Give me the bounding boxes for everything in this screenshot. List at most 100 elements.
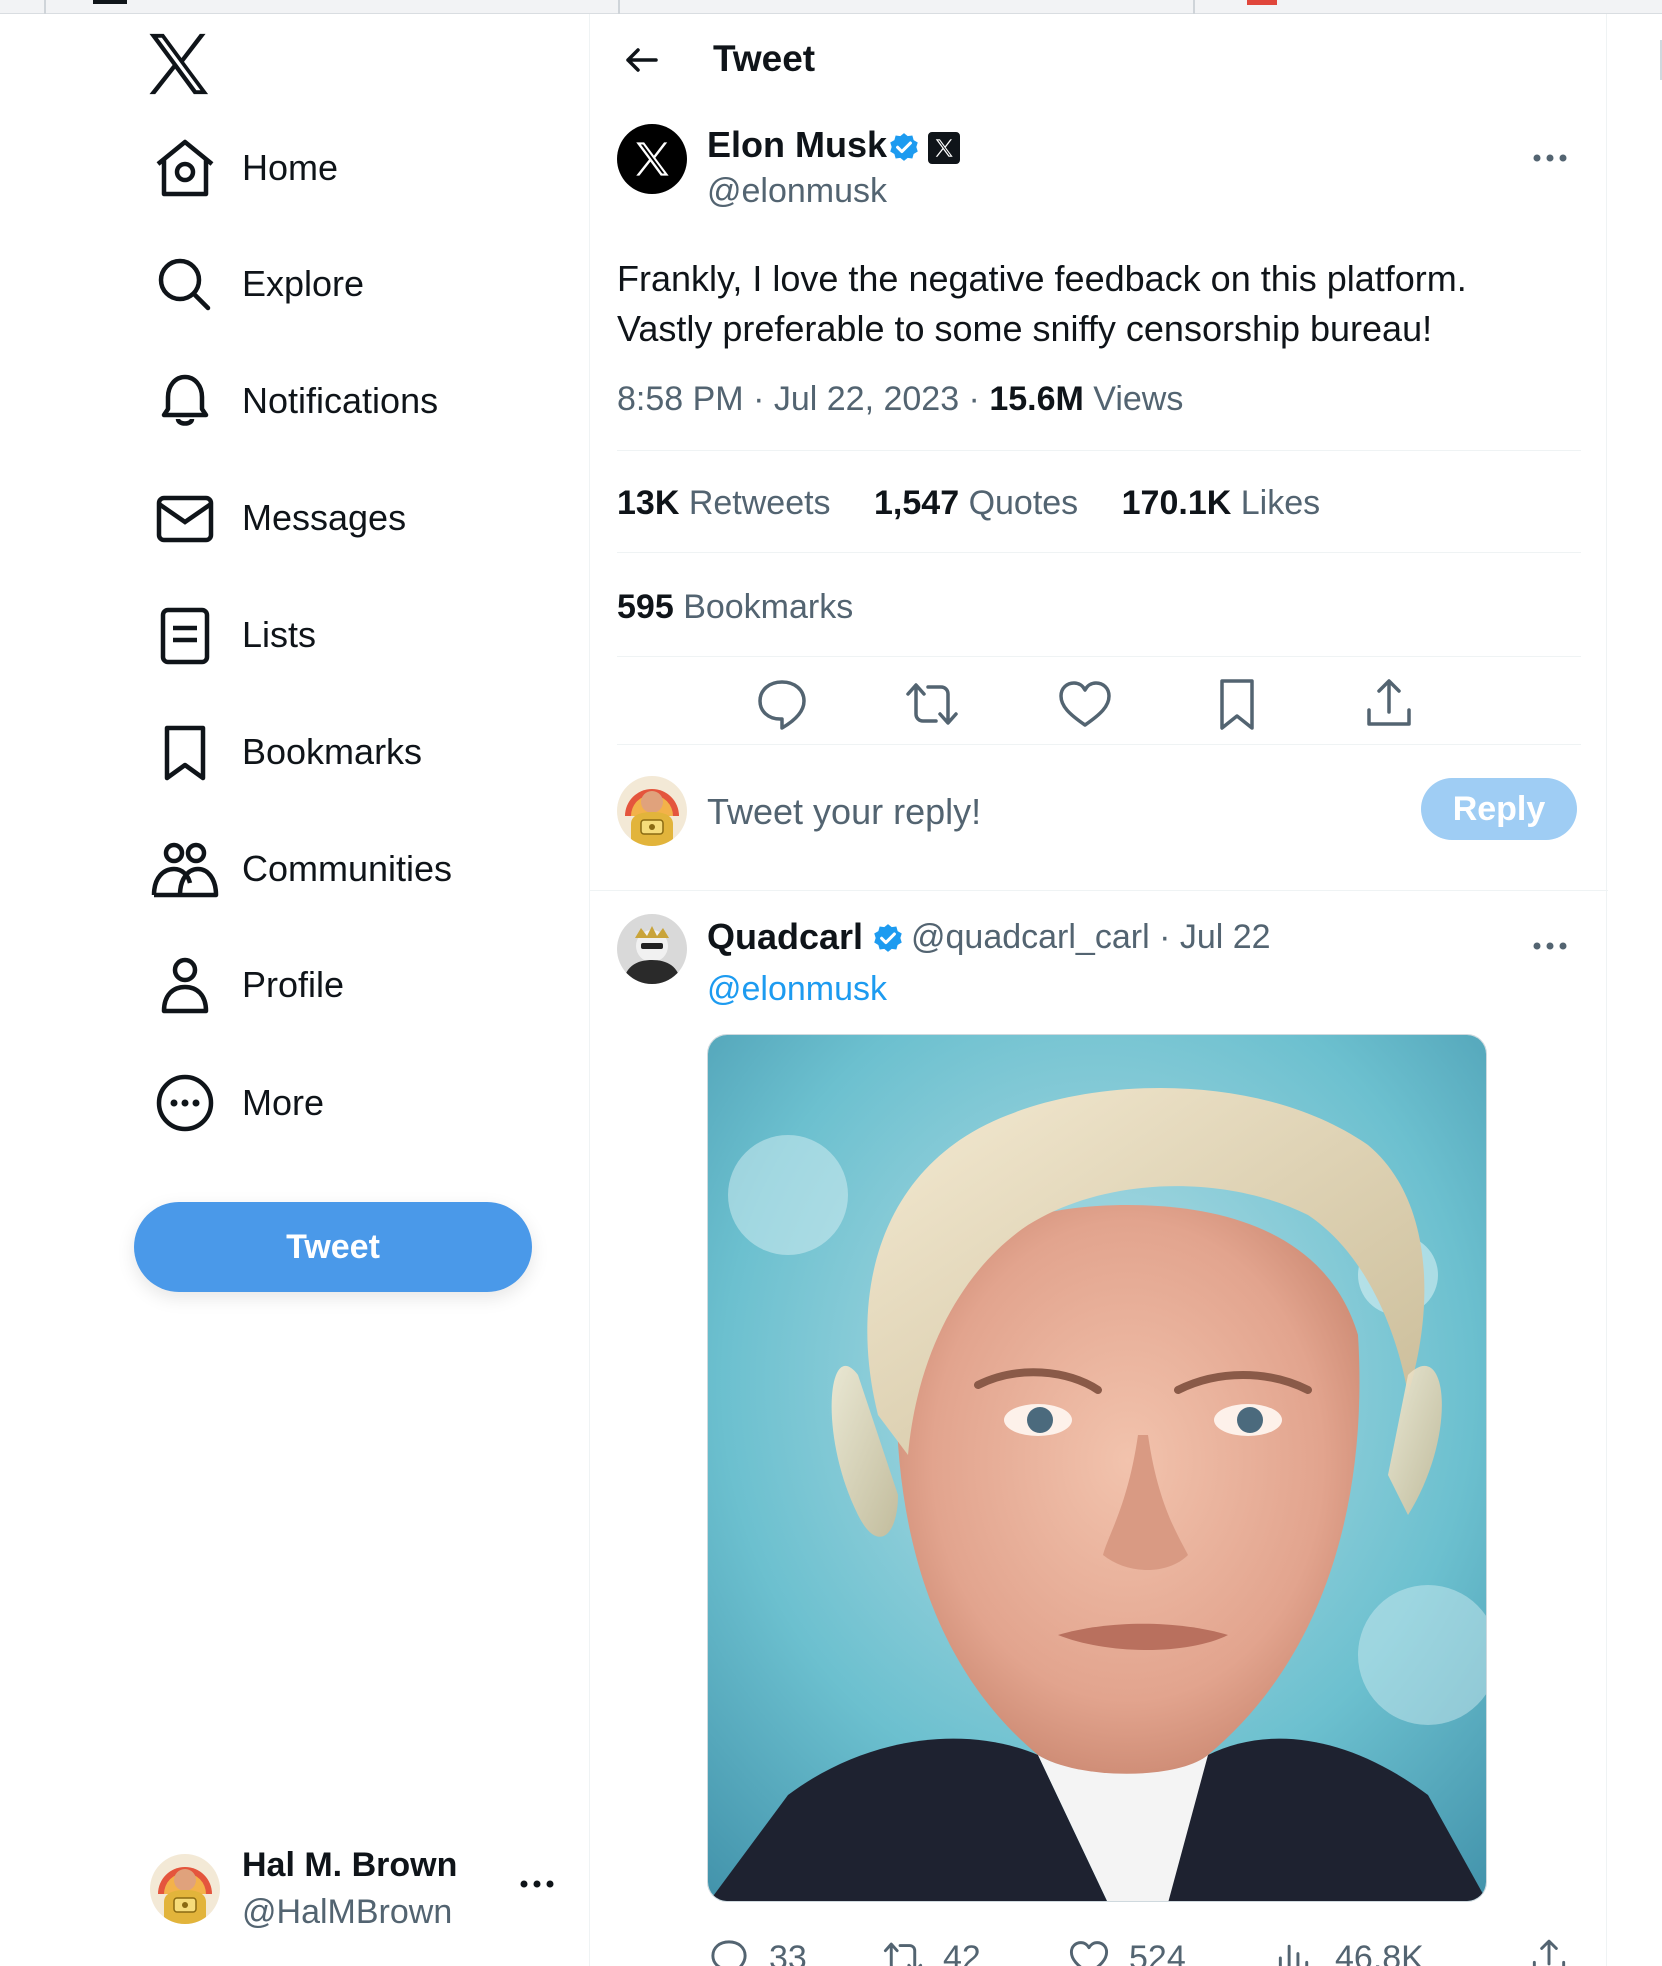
bookmark-icon <box>150 720 220 784</box>
retweet-icon <box>883 1942 923 1966</box>
tweet-meta: 8:58 PM · Jul 22, 2023 · 15.6M Views <box>617 380 1184 418</box>
strip-mark <box>93 0 127 4</box>
nav-notifications[interactable]: Notifications <box>150 369 438 433</box>
views-label: Views <box>1093 380 1184 418</box>
divider <box>617 552 1581 553</box>
ellipsis-icon[interactable] <box>512 1864 562 1904</box>
bookmarks-label: Bookmarks <box>683 588 854 626</box>
page-title: Tweet <box>713 38 816 79</box>
engagement-stats: 13K Retweets 1,547 Quotes 170.1K Likes <box>617 484 1354 523</box>
nav-messages[interactable]: Messages <box>150 486 406 550</box>
tweet-text-line: Vastly preferable to some sniffy censors… <box>617 308 1433 349</box>
retweets-label: Retweets <box>688 484 831 522</box>
nav-label: Messages <box>242 497 407 538</box>
author-name[interactable]: Elon Musk <box>707 124 887 166</box>
nav-label: Communities <box>242 848 453 889</box>
search-icon <box>150 252 220 316</box>
reply-composer-avatar <box>617 776 687 846</box>
share-icon <box>1532 1939 1566 1966</box>
author-avatar[interactable] <box>617 124 687 194</box>
x-logo-icon <box>636 142 669 176</box>
tweet-detail-column: Tweet Elon Musk @elonmusk Frankly, I lov… <box>589 14 1608 1966</box>
reply-count: 33 <box>769 1938 807 1966</box>
nav-more[interactable]: More <box>150 1071 324 1135</box>
share-action[interactable] <box>1527 1936 1589 1966</box>
account-handle: @HalMBrown <box>242 1893 453 1931</box>
strip-divider <box>1193 0 1195 14</box>
nav-explore[interactable]: Explore <box>150 252 364 316</box>
divider <box>617 656 1581 657</box>
share-icon[interactable] <box>1359 674 1419 734</box>
nav-bookmarks[interactable]: Bookmarks <box>150 720 422 784</box>
affiliation-x-badge-icon <box>928 132 960 164</box>
quotes-count: 1,547 <box>874 484 960 522</box>
like-count: 524 <box>1129 1938 1186 1966</box>
more-circle-icon <box>150 1071 220 1135</box>
reply-count-action[interactable]: 33 <box>707 1936 807 1966</box>
views-count: 15.6M <box>989 380 1084 418</box>
tweet-time[interactable]: 8:58 PM <box>617 380 744 418</box>
retweet-icon[interactable] <box>902 674 962 734</box>
page-header: Tweet <box>590 14 1608 106</box>
more-options-icon[interactable] <box>1525 138 1575 178</box>
sidebar: Home Explore Notifications Messages List… <box>0 14 589 1966</box>
nav-label: Notifications <box>242 380 439 421</box>
likes-count: 170.1K <box>1121 484 1232 522</box>
tweet-compose-button[interactable]: Tweet <box>134 1202 532 1292</box>
nav-label: Profile <box>242 964 345 1005</box>
nav-label: Bookmarks <box>242 731 423 772</box>
retweet-count-action[interactable]: 42 <box>881 1936 981 1966</box>
like-count-action[interactable]: 524 <box>1067 1936 1186 1966</box>
quotes-label: Quotes <box>968 484 1079 522</box>
strip-tab-favicon <box>1247 0 1277 5</box>
nav-home[interactable]: Home <box>150 136 338 200</box>
divider <box>617 744 1581 745</box>
tweet-text-line: Frankly, I love the negative feedback on… <box>617 258 1467 299</box>
bookmark-icon[interactable] <box>1207 674 1267 734</box>
communities-icon <box>150 837 220 901</box>
reply-button[interactable]: Reply <box>1421 778 1577 840</box>
reply-author-handle-date[interactable]: @quadcarl_carl · Jul 22 <box>911 918 1271 957</box>
author-handle[interactable]: @elonmusk <box>707 172 887 211</box>
back-arrow-icon[interactable] <box>620 38 664 82</box>
nav-label: Explore <box>242 263 365 304</box>
nav-lists[interactable]: Lists <box>150 603 316 667</box>
more-options-icon[interactable] <box>1525 926 1575 966</box>
views-count-action[interactable]: 46.8K <box>1273 1936 1424 1966</box>
nav-profile[interactable]: Profile <box>150 953 344 1017</box>
like-heart-icon[interactable] <box>1055 674 1115 734</box>
retweets-count: 13K <box>617 484 680 522</box>
reply-media-image[interactable] <box>707 1034 1487 1902</box>
browser-top-strip <box>0 0 1662 14</box>
retweet-count: 42 <box>943 1938 981 1966</box>
reply-icon[interactable] <box>752 674 812 734</box>
person-icon <box>150 953 220 1017</box>
bell-icon <box>150 369 220 433</box>
divider <box>617 450 1581 451</box>
reply-author-avatar[interactable] <box>617 914 687 984</box>
retweets-stat[interactable]: 13K Retweets <box>617 484 831 522</box>
x-logo-icon[interactable] <box>140 26 216 102</box>
strip-divider <box>44 0 46 14</box>
likes-stat[interactable]: 170.1K Likes <box>1122 484 1320 522</box>
bookmarks-count: 595 <box>617 588 674 626</box>
reply-author-name[interactable]: Quadcarl <box>707 916 863 958</box>
analytics-bars-icon <box>1278 1944 1309 1966</box>
nav-label: Home <box>242 147 339 188</box>
reply-input[interactable] <box>707 784 1327 840</box>
account-names: Hal M. Brown @HalMBrown <box>242 1846 457 1932</box>
nav-label: Lists <box>242 614 317 655</box>
account-switcher[interactable]: Hal M. Brown @HalMBrown <box>150 1834 560 1944</box>
views-count: 46.8K <box>1335 1938 1424 1966</box>
list-icon <box>150 603 220 667</box>
tweet-date[interactable]: Jul 22, 2023 <box>774 380 959 418</box>
like-heart-icon <box>1069 1941 1109 1966</box>
account-name: Hal M. Brown <box>242 1846 458 1884</box>
quotes-stat[interactable]: 1,547 Quotes <box>874 484 1078 522</box>
reply-mention[interactable]: @elonmusk <box>707 970 887 1009</box>
bookmarks-stat[interactable]: 595 Bookmarks <box>617 588 853 627</box>
tweet-text: Frankly, I love the negative feedback on… <box>617 254 1577 354</box>
verified-badge-icon <box>890 133 918 161</box>
account-avatar <box>150 1854 220 1924</box>
nav-communities[interactable]: Communities <box>150 837 452 901</box>
